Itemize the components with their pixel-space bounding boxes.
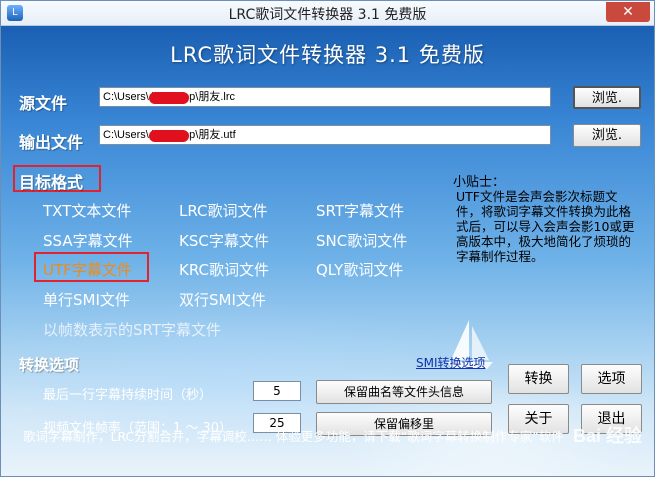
options-title: 转换选项 — [19, 356, 80, 374]
smi-options-link[interactable]: SMI转换选项 — [416, 354, 486, 371]
format-srt[interactable]: SRT字幕文件 — [316, 200, 404, 221]
tips-title: 小贴士： — [453, 175, 506, 190]
convert-button[interactable]: 转换 — [508, 364, 569, 394]
keep-header-button[interactable]: 保留曲名等文件头信息 — [316, 380, 492, 404]
redaction-mark — [149, 130, 189, 142]
target-format-title: 目标格式 — [19, 173, 84, 192]
tips-body: UTF文件是会声会影次标题文件，将歌词字幕文件转换为此格式后，可以导入会声会影1… — [456, 189, 635, 264]
format-txt[interactable]: TXT文本文件 — [43, 200, 131, 221]
format-snc[interactable]: SNC歌词文件 — [316, 230, 407, 251]
output-browse-button[interactable]: 浏览. — [573, 124, 641, 147]
format-single-smi[interactable]: 单行SMI文件 — [43, 289, 130, 310]
format-double-smi[interactable]: 双行SMI文件 — [179, 289, 266, 310]
format-lrc[interactable]: LRC歌词文件 — [179, 200, 268, 221]
format-utf[interactable]: UTF字幕文件 — [43, 259, 132, 280]
title-bar: L LRC歌词文件转换器 3.1 免费版 ✕ — [1, 1, 654, 26]
source-file-label: 源文件 — [19, 94, 68, 113]
format-krc[interactable]: KRC歌词文件 — [179, 259, 269, 280]
app-title: LRC歌词文件转换器 3.1 免费版 — [170, 43, 485, 67]
main-panel: LRC歌词文件转换器 3.1 免费版 源文件 C:\Users\ \Deskto… — [1, 26, 654, 476]
footer-promo: 歌词字幕制作，LRC分割合并，字幕调校…… 体验更多功能，请下载“歌词字幕转换制… — [23, 429, 564, 444]
redaction-mark — [149, 92, 189, 104]
format-qly[interactable]: QLY歌词文件 — [316, 259, 403, 280]
baidu-watermark: Bai 经验 — [572, 426, 642, 446]
window-title: LRC歌词文件转换器 3.1 免费版 — [228, 7, 427, 23]
app-window: L LRC歌词文件转换器 3.1 免费版 ✕ LRC歌词文件转换器 3.1 免费… — [0, 0, 655, 477]
format-ksc[interactable]: KSC字幕文件 — [179, 230, 269, 251]
source-browse-button[interactable]: 浏览. — [573, 86, 641, 109]
format-srt-frames[interactable]: 以帧数表示的SRT字幕文件 — [43, 319, 221, 340]
last-line-duration-input[interactable]: 5 — [253, 381, 301, 401]
last-line-duration-label: 最后一行字幕持续时间（秒） — [43, 388, 213, 403]
output-file-label: 输出文件 — [19, 133, 84, 152]
close-button[interactable]: ✕ — [606, 2, 650, 22]
format-ssa[interactable]: SSA字幕文件 — [43, 230, 133, 251]
options-button[interactable]: 选项 — [581, 364, 642, 394]
